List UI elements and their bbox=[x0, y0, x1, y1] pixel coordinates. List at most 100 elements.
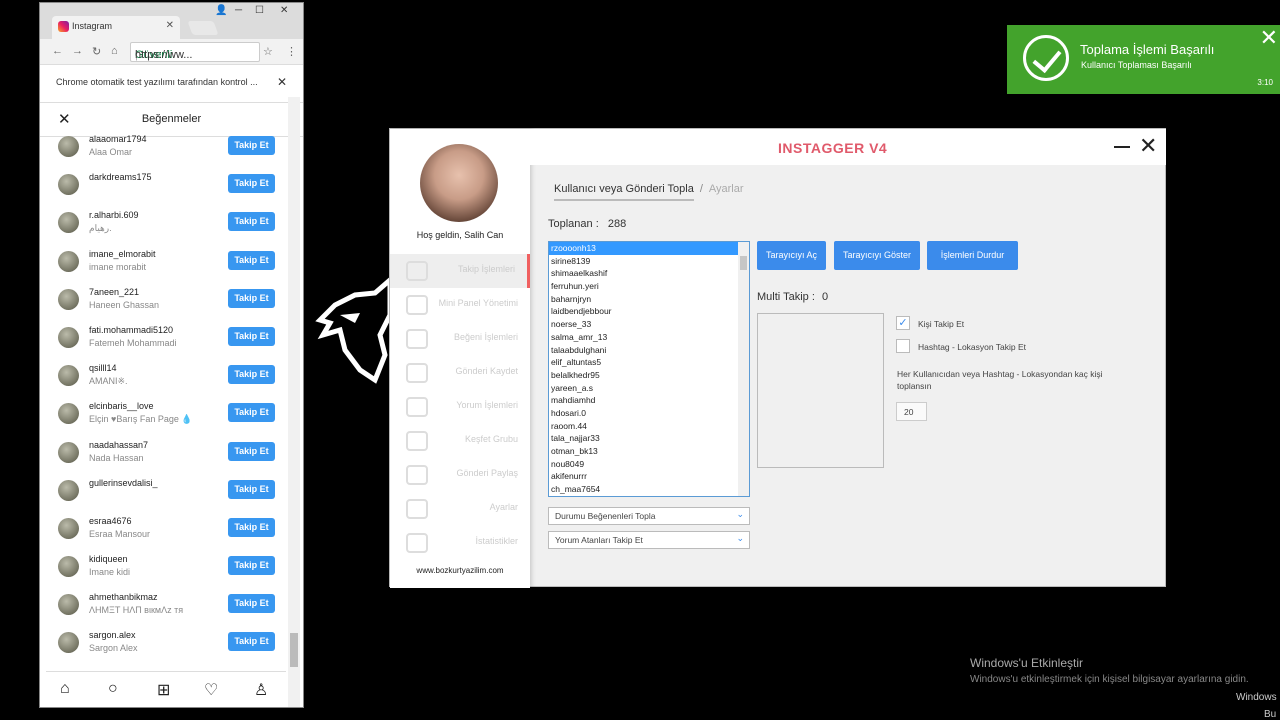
list-item[interactable]: noerse_33 bbox=[549, 318, 749, 331]
follow-button[interactable]: Takip Et bbox=[228, 365, 275, 385]
tab-collect[interactable]: Kullanıcı veya Gönderi Topla bbox=[554, 183, 694, 201]
follow-button[interactable]: Takip Et bbox=[228, 632, 275, 652]
list-item[interactable]: rzoooonh13 bbox=[549, 242, 749, 255]
stop-operations-button[interactable]: İşlemleri Durdur bbox=[927, 241, 1018, 270]
collect-count-input[interactable]: 20 bbox=[896, 402, 927, 421]
follow-button[interactable]: Takip Et bbox=[228, 479, 275, 499]
tab-settings[interactable]: Ayarlar bbox=[709, 183, 744, 195]
username[interactable]: fati.mohammadi5120 bbox=[89, 325, 173, 335]
follow-button[interactable]: Takip Et bbox=[228, 594, 275, 614]
sidebar-item[interactable]: Takip İşlemleri bbox=[390, 254, 530, 288]
list-item[interactable]: otman_bk13 bbox=[549, 445, 749, 458]
list-scrollbar-thumb[interactable] bbox=[740, 256, 747, 270]
avatar[interactable] bbox=[58, 136, 79, 157]
avatar[interactable] bbox=[58, 517, 79, 539]
follow-hashtag-checkbox[interactable] bbox=[896, 339, 910, 353]
follow-button[interactable]: Takip Et bbox=[228, 326, 275, 346]
heart-icon[interactable]: ♡ bbox=[204, 680, 218, 700]
follow-button[interactable]: Takip Et bbox=[228, 441, 275, 461]
close-icon[interactable]: ✕ bbox=[1139, 133, 1157, 159]
back-icon[interactable]: ← bbox=[52, 45, 63, 57]
collect-source-select[interactable]: Durumu Beğenenleri Topla ⌄ bbox=[548, 507, 750, 525]
username[interactable]: elcinbaris__love bbox=[89, 401, 154, 411]
list-item[interactable]: raoom.44 bbox=[549, 420, 749, 433]
sidebar-item[interactable]: İstatistikler bbox=[390, 526, 530, 560]
avatar[interactable] bbox=[58, 212, 79, 234]
sidebar-item[interactable]: Beğeni İşlemleri bbox=[390, 322, 530, 356]
list-item[interactable]: ferruhun.yeri bbox=[549, 280, 749, 293]
list-item[interactable]: mahdiamhd bbox=[549, 394, 749, 407]
tab-close-icon[interactable]: ✕ bbox=[166, 20, 174, 31]
bookmark-star-icon[interactable]: ☆ bbox=[263, 45, 273, 58]
action-select[interactable]: Yorum Atanları Takip Et ⌄ bbox=[548, 531, 750, 549]
collected-users-list[interactable]: rzoooonh13 sirine8139 shimaaelkashif ferruh… bbox=[548, 241, 750, 497]
avatar[interactable] bbox=[58, 479, 79, 501]
scrollbar-thumb[interactable] bbox=[290, 633, 298, 667]
page-scrollbar[interactable] bbox=[288, 97, 300, 707]
username[interactable]: r.alharbi.609 bbox=[89, 210, 139, 220]
avatar[interactable] bbox=[58, 326, 79, 348]
sidebar-item[interactable]: Keşfet Grubu bbox=[390, 424, 530, 458]
list-item[interactable]: baharnjryn bbox=[549, 293, 749, 306]
list-scrollbar[interactable] bbox=[738, 242, 749, 496]
browser-tab[interactable]: Instagram ✕ bbox=[52, 16, 180, 39]
username[interactable]: kidiqueen bbox=[89, 554, 128, 564]
list-item[interactable]: salma_amr_13 bbox=[549, 331, 749, 344]
follow-button[interactable]: Takip Et bbox=[228, 556, 275, 576]
list-item[interactable]: sirine8139 bbox=[549, 255, 749, 268]
infobar-close-icon[interactable]: ✕ bbox=[277, 75, 287, 89]
follow-button[interactable]: Takip Et bbox=[228, 517, 275, 537]
avatar[interactable] bbox=[58, 403, 79, 425]
follow-button[interactable]: Takip Et bbox=[228, 136, 275, 155]
avatar[interactable] bbox=[58, 174, 79, 196]
username[interactable]: esraa4676 bbox=[89, 516, 132, 526]
username[interactable]: imane_elmorabit bbox=[89, 249, 156, 259]
list-item[interactable]: akifenurrr bbox=[549, 470, 749, 483]
minimize-icon[interactable]: ─ bbox=[235, 5, 242, 16]
sidebar-item[interactable]: Gönderi Kaydet bbox=[390, 356, 530, 390]
multi-follow-list[interactable] bbox=[757, 313, 884, 468]
list-item[interactable]: ch_maa7654 bbox=[549, 483, 749, 496]
close-icon[interactable]: ✕ bbox=[58, 110, 71, 128]
list-item[interactable]: shimaaelkashif bbox=[549, 267, 749, 280]
website-link[interactable]: www.bozkurtyazilim.com bbox=[390, 566, 530, 575]
sidebar-item[interactable]: Mini Panel Yönetimi bbox=[390, 288, 530, 322]
list-item[interactable]: belalkhedr95 bbox=[549, 369, 749, 382]
avatar[interactable] bbox=[58, 556, 79, 578]
avatar[interactable] bbox=[58, 288, 79, 310]
window-close-icon[interactable]: ✕ bbox=[280, 5, 288, 16]
avatar[interactable] bbox=[58, 632, 79, 654]
username[interactable]: qsilll14 bbox=[89, 363, 117, 373]
add-post-icon[interactable]: ⊞ bbox=[157, 680, 170, 700]
avatar[interactable] bbox=[58, 594, 79, 616]
list-item[interactable]: tala_najjar33 bbox=[549, 432, 749, 445]
username[interactable]: gullerinsevdalisi_ bbox=[89, 478, 158, 488]
follow-button[interactable]: Takip Et bbox=[228, 288, 275, 308]
follow-button[interactable]: Takip Et bbox=[228, 403, 275, 423]
follow-button[interactable]: Takip Et bbox=[228, 250, 275, 270]
avatar[interactable] bbox=[58, 441, 79, 463]
menu-dots-icon[interactable]: ⋮ bbox=[286, 45, 297, 58]
new-tab-button[interactable] bbox=[187, 21, 219, 35]
avatar[interactable] bbox=[58, 250, 79, 272]
show-browser-button[interactable]: Tarayıcıyı Göster bbox=[834, 241, 920, 270]
username[interactable]: alaaomar1794 bbox=[89, 134, 147, 144]
sidebar-item[interactable]: Yorum İşlemleri bbox=[390, 390, 530, 424]
open-browser-button[interactable]: Tarayıcıyı Aç bbox=[757, 241, 826, 270]
home-icon[interactable]: ⌂ bbox=[60, 680, 70, 698]
list-item[interactable]: laidbendjebbour bbox=[549, 305, 749, 318]
username[interactable]: sargon.alex bbox=[89, 630, 136, 640]
list-item[interactable]: hdosari.0 bbox=[549, 407, 749, 420]
profile-icon[interactable]: 👤 bbox=[215, 5, 227, 16]
profile-icon[interactable]: ♙ bbox=[254, 680, 268, 700]
sidebar-item[interactable]: Ayarlar bbox=[390, 492, 530, 526]
home-icon[interactable]: ⌂ bbox=[111, 45, 118, 57]
username[interactable]: naadahassan7 bbox=[89, 440, 148, 450]
minimize-icon[interactable] bbox=[1114, 146, 1130, 148]
username[interactable]: ahmethanbikmaz bbox=[89, 592, 158, 602]
address-bar[interactable]: Güvenli | https://ww... bbox=[130, 42, 260, 62]
maximize-icon[interactable]: ☐ bbox=[255, 5, 264, 16]
username[interactable]: 7aneen_221 bbox=[89, 287, 139, 297]
sidebar-item[interactable]: Gönderi Paylaş bbox=[390, 458, 530, 492]
reload-icon[interactable]: ↻ bbox=[92, 45, 101, 58]
